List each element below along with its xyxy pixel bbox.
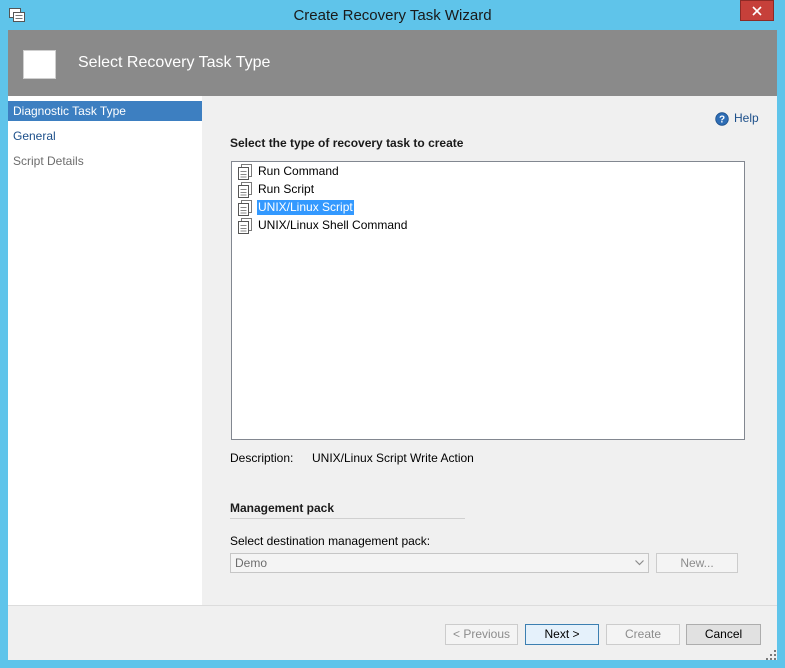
nav-step-script-details: Script Details	[13, 154, 84, 168]
management-pack-dropdown[interactable]: Demo	[230, 553, 649, 573]
management-pack-selected: Demo	[235, 556, 268, 570]
title-bar[interactable]: Create Recovery Task Wizard	[0, 0, 785, 30]
management-pack-field-label: Select destination management pack:	[230, 534, 431, 548]
task-type-list[interactable]: Run Command Run Script UNIX/Linux Script…	[231, 161, 745, 440]
task-icon	[238, 218, 252, 234]
management-pack-heading: Management pack	[230, 501, 335, 515]
svg-text:?: ?	[719, 115, 725, 126]
list-item-label: UNIX/Linux Script	[257, 200, 354, 215]
previous-button[interactable]: < Previous	[445, 624, 518, 645]
nav-step-general[interactable]: General	[8, 126, 202, 146]
nav-step-diagnostic-task-type[interactable]: Diagnostic Task Type	[8, 101, 202, 121]
resize-grip-icon[interactable]	[766, 650, 778, 662]
list-item-label: Run Script	[258, 182, 315, 196]
new-management-pack-button[interactable]: New...	[656, 553, 738, 573]
wizard-content: ? Help Select the type of recovery task …	[202, 96, 777, 605]
close-button[interactable]	[740, 0, 774, 21]
page-title: Select Recovery Task Type	[78, 54, 271, 71]
list-item-label: Run Command	[258, 164, 339, 178]
wizard-step-nav: Diagnostic Task Type General Script Deta…	[8, 96, 202, 605]
section-divider	[230, 518, 465, 519]
task-type-heading: Select the type of recovery task to crea…	[230, 136, 464, 150]
wizard-client-area: Select Recovery Task Type Diagnostic Tas…	[8, 30, 777, 660]
task-icon	[238, 164, 252, 180]
description-label: Description:	[230, 451, 294, 465]
description-value: UNIX/Linux Script Write Action	[312, 451, 474, 465]
wizard-header: Select Recovery Task Type	[8, 30, 777, 96]
help-label: Help	[734, 111, 759, 125]
window-title: Create Recovery Task Wizard	[293, 7, 492, 24]
help-icon: ?	[715, 112, 729, 126]
wizard-page-icon	[23, 50, 56, 79]
wizard-window: Create Recovery Task Wizard Select Recov…	[0, 0, 785, 668]
chevron-down-icon	[635, 560, 644, 566]
list-item-label: UNIX/Linux Shell Command	[258, 218, 408, 232]
next-button[interactable]: Next >	[525, 624, 599, 645]
task-icon	[238, 200, 252, 216]
create-button[interactable]: Create	[606, 624, 680, 645]
close-icon	[752, 6, 762, 16]
task-icon	[238, 182, 252, 198]
footer-divider	[8, 605, 777, 606]
cancel-button[interactable]: Cancel	[686, 624, 761, 645]
